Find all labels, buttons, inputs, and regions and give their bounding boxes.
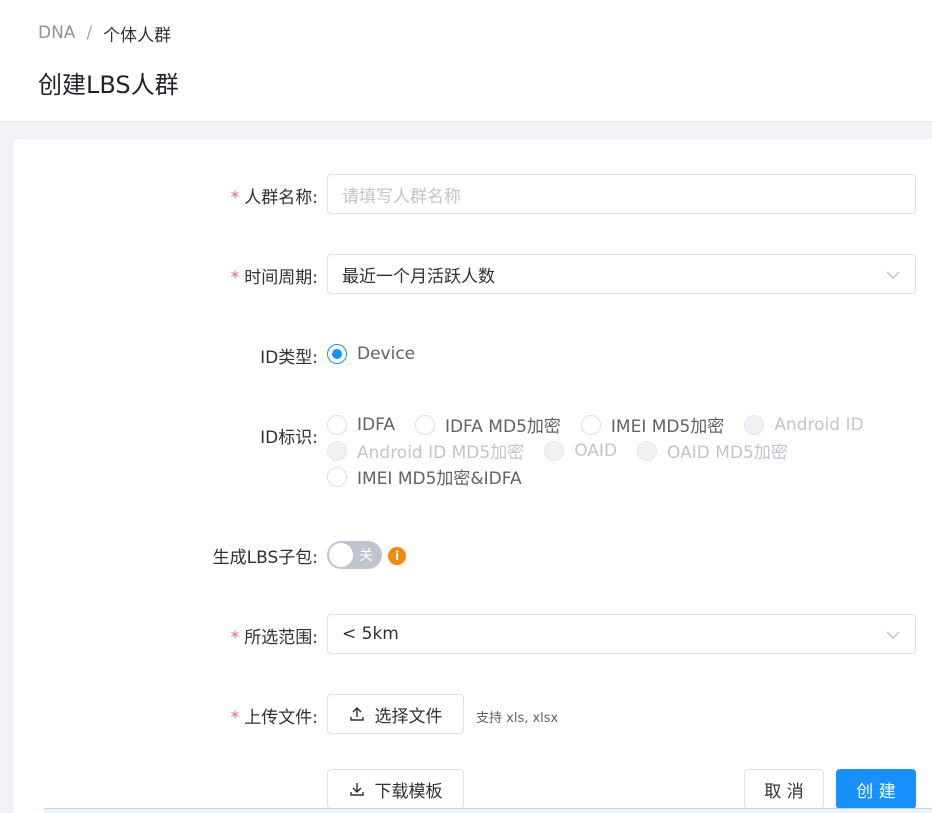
page-header: DNA / 个体人群 创建LBS人群 [0, 0, 932, 122]
range-value: < 5km [342, 624, 399, 644]
radio-idfa-md5[interactable]: IDFA MD5加密 [414, 412, 561, 437]
name-input[interactable]: 请填写人群名称 [327, 174, 916, 214]
required-mark: * [230, 708, 240, 728]
radio-label: Android ID [774, 414, 864, 435]
range-label: * 所选范围: [230, 628, 318, 648]
breadcrumb-separator: / [86, 23, 93, 43]
switch-knob [329, 543, 353, 567]
id-mark-row-2: Android ID MD5加密 OAID OAID MD5加密 [327, 438, 788, 463]
id-type-label: ID类型: [260, 348, 318, 368]
radio-oaid: OAID [544, 440, 618, 461]
id-mark-row-1: IDFA IDFA MD5加密 IMEI MD5加密 Android ID [327, 412, 864, 437]
radio-imei-md5-idfa[interactable]: IMEI MD5加密&IDFA [327, 464, 522, 489]
breadcrumb: DNA / 个体人群 [38, 21, 172, 46]
radio-dot [414, 414, 435, 435]
period-value: 最近一个月活跃人数 [342, 266, 495, 287]
radio-label: IMEI MD5加密&IDFA [357, 469, 522, 489]
period-label: * 时间周期: [230, 268, 318, 288]
radio-label: OAID [574, 440, 618, 461]
radio-label: Device [357, 344, 416, 364]
id-type-group: Device [327, 344, 415, 364]
radio-dot [327, 466, 347, 487]
choose-file-button[interactable]: 选择文件 [327, 694, 464, 734]
lbs-sub-switch[interactable]: 关 [327, 541, 382, 569]
radio-dot [544, 440, 565, 461]
radio-android-id-md5: Android ID MD5加密 [327, 438, 524, 463]
download-template-button[interactable]: 下载模板 [327, 769, 464, 809]
upload-hint: 支持 xls, xlsx [476, 711, 559, 726]
radio-oaid-md5: OAID MD5加密 [637, 438, 788, 463]
radio-android-id: Android ID [744, 414, 864, 435]
required-mark: * [230, 628, 240, 648]
radio-label: OAID MD5加密 [667, 443, 788, 463]
download-icon [349, 783, 364, 796]
radio-label: IDFA MD5加密 [444, 417, 561, 437]
radio-dot [637, 440, 658, 461]
chevron-down-icon [886, 271, 900, 279]
required-mark: * [230, 188, 240, 208]
radio-label: IMEI MD5加密 [610, 417, 725, 437]
name-label: * 人群名称: [230, 188, 318, 208]
upload-icon [349, 707, 364, 721]
switch-text: 关 [359, 548, 373, 564]
breadcrumb-current: 个体人群 [103, 25, 172, 46]
id-mark-row-3: IMEI MD5加密&IDFA [327, 464, 522, 489]
radio-imei-md5[interactable]: IMEI MD5加密 [580, 412, 725, 437]
breadcrumb-root[interactable]: DNA [38, 23, 75, 43]
radio-dot [327, 414, 347, 435]
radio-dot [744, 414, 765, 435]
radio-dot [327, 344, 347, 364]
required-mark: * [230, 268, 240, 288]
radio-device[interactable]: Device [327, 344, 415, 364]
info-icon[interactable]: i [388, 547, 406, 565]
name-placeholder: 请填写人群名称 [342, 186, 461, 207]
download-template-label: 下载模板 [374, 781, 443, 802]
radio-label: IDFA [357, 414, 395, 435]
choose-file-label: 选择文件 [374, 706, 443, 727]
radio-idfa[interactable]: IDFA [327, 414, 395, 435]
radio-dot [327, 440, 347, 461]
cancel-button[interactable]: 取 消 [744, 769, 824, 809]
lbs-sub-label: 生成LBS子包: [212, 548, 318, 568]
chevron-down-icon [886, 631, 900, 639]
range-select[interactable]: < 5km [327, 614, 916, 654]
page-title: 创建LBS人群 [38, 71, 179, 99]
period-select[interactable]: 最近一个月活跃人数 [327, 254, 916, 294]
bottom-panel-edge [44, 808, 932, 813]
id-mark-label: ID标识: [260, 428, 318, 448]
radio-dot [580, 414, 601, 435]
create-button[interactable]: 创 建 [836, 769, 916, 809]
radio-label: Android ID MD5加密 [357, 443, 525, 463]
upload-label: * 上传文件: [230, 708, 318, 728]
